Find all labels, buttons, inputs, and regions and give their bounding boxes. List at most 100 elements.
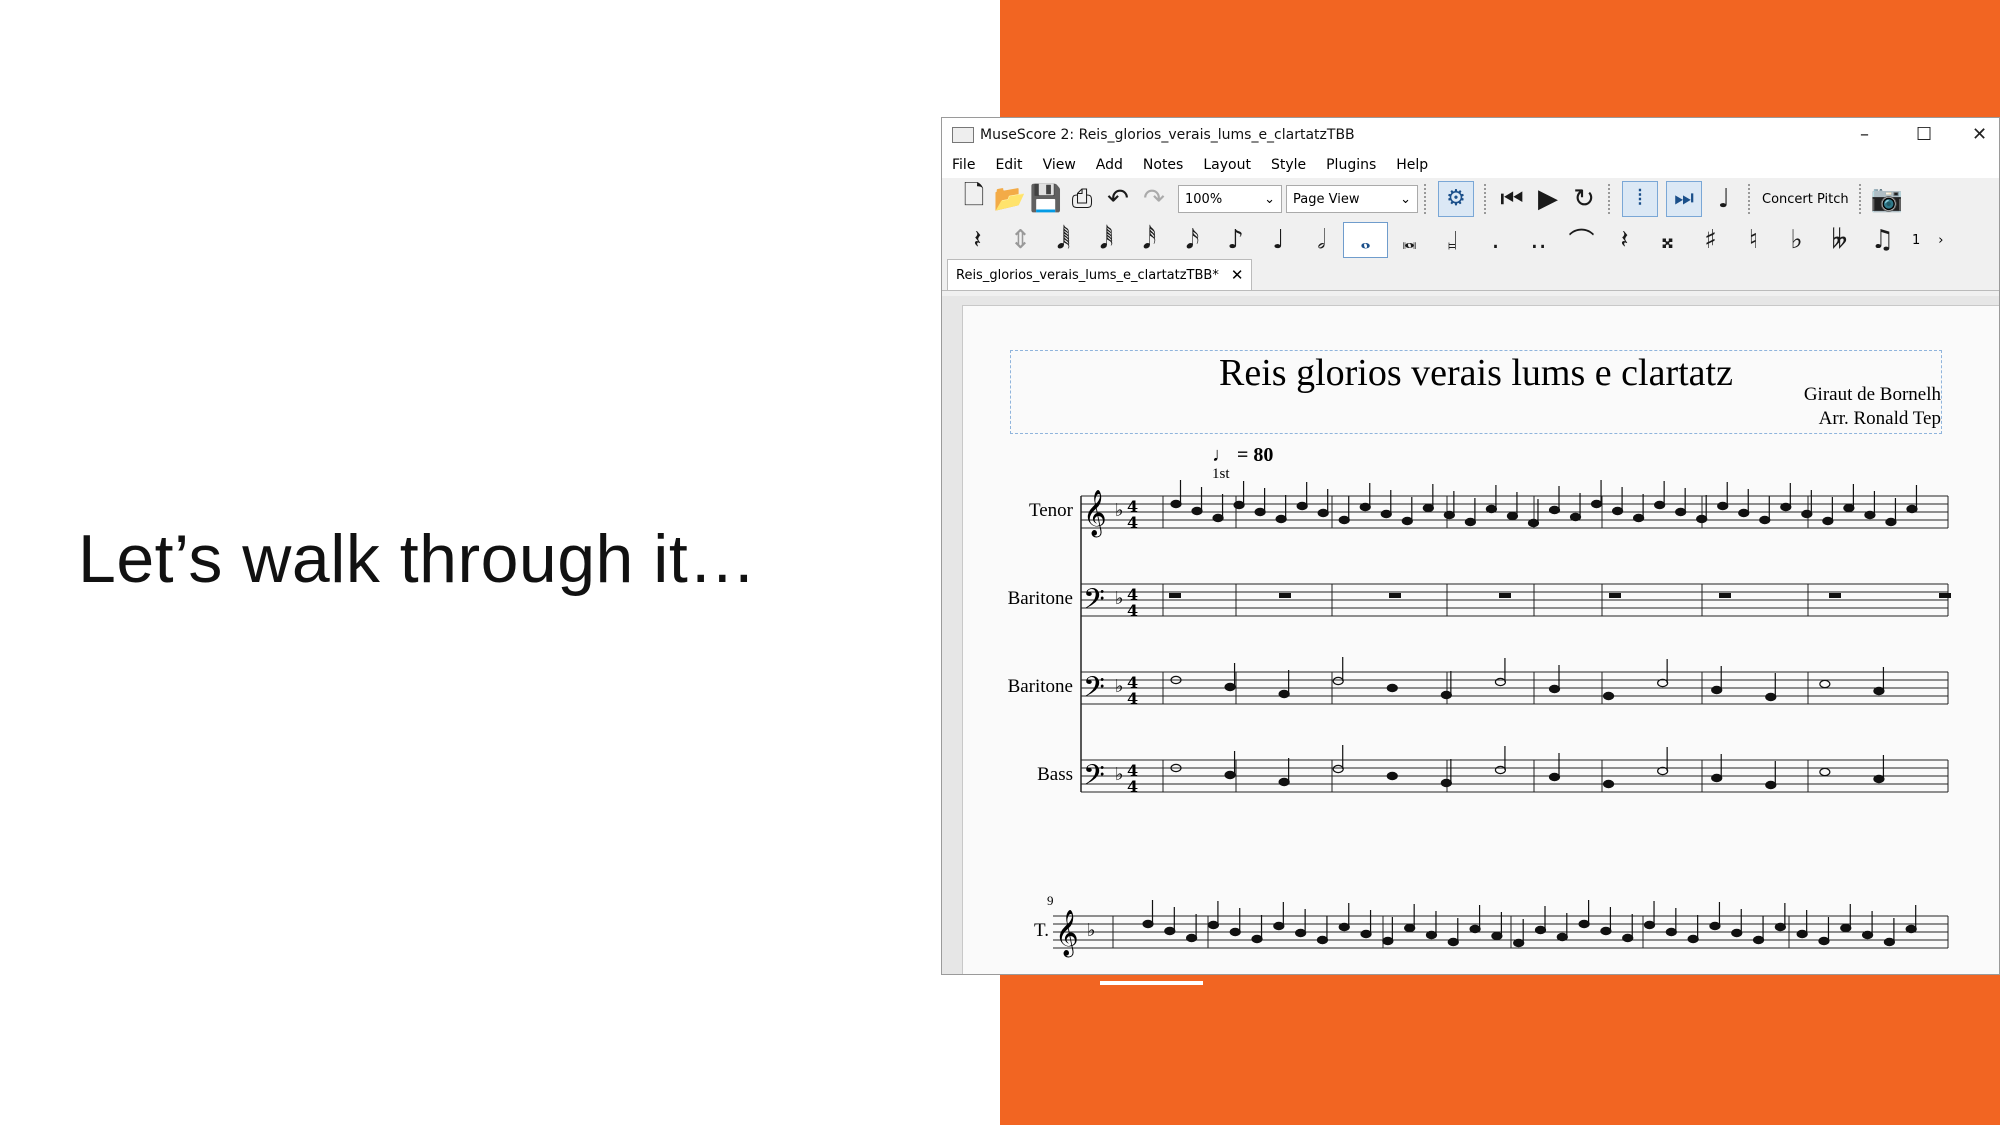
menu-view[interactable]: View bbox=[1043, 157, 1076, 173]
voice-1-button[interactable]: 1 bbox=[1912, 233, 1920, 248]
pan-icon[interactable]: ⏭ bbox=[1666, 181, 1702, 217]
redo-icon[interactable]: ↷ bbox=[1136, 184, 1172, 214]
notehead bbox=[1843, 503, 1855, 513]
view-mode-select[interactable]: Page View ⌄ bbox=[1286, 185, 1418, 213]
main-toolbar: 🗋 📂 💾 ⎙ ↶ ↷ 100% ⌄ Page View ⌄ ⚙ ⏮ ▶ ↻ ⦙ ⏭… bbox=[942, 178, 1999, 220]
menu-edit[interactable]: Edit bbox=[995, 157, 1022, 173]
double-flat-icon[interactable]: 𝄫 bbox=[1818, 225, 1861, 256]
menu-plugins[interactable]: Plugins bbox=[1326, 157, 1376, 173]
loop-icon[interactable]: ↻ bbox=[1566, 184, 1602, 214]
toolbar-separator bbox=[1424, 184, 1428, 214]
time-signature-bottom: 4 bbox=[1127, 777, 1138, 796]
notehead bbox=[1873, 686, 1885, 696]
notehead bbox=[1796, 929, 1808, 939]
close-button[interactable]: ✕ bbox=[1972, 124, 1987, 145]
save-icon[interactable]: 💾 bbox=[1028, 184, 1064, 214]
notehead bbox=[1590, 499, 1603, 509]
time-signature-bottom: 4 bbox=[1127, 689, 1138, 708]
minimize-button[interactable]: – bbox=[1860, 124, 1869, 145]
maximize-button[interactable]: ☐ bbox=[1916, 124, 1932, 145]
notehead bbox=[1709, 921, 1721, 931]
notehead bbox=[1578, 919, 1590, 929]
whole-rest bbox=[1169, 593, 1181, 598]
notehead bbox=[1212, 513, 1224, 523]
double-dot-icon[interactable]: .. bbox=[1517, 225, 1560, 255]
tab-score[interactable]: Reis_glorios_verais_lums_e_clartatzTBB* … bbox=[947, 259, 1253, 290]
notehead bbox=[1440, 778, 1452, 788]
menu-style[interactable]: Style bbox=[1271, 157, 1306, 173]
note-input-icon[interactable]: 𝄽 bbox=[956, 225, 999, 256]
64th-icon[interactable]: 𝅘𝅥𝅲 bbox=[1042, 225, 1085, 256]
flat-icon[interactable]: ♭ bbox=[1775, 225, 1818, 255]
undo-icon[interactable]: ↶ bbox=[1100, 184, 1136, 214]
notehead bbox=[1765, 692, 1777, 702]
8th-icon[interactable]: 𝅘𝅥𝅯 bbox=[1171, 225, 1214, 256]
camera-icon[interactable]: 📷 bbox=[1869, 184, 1905, 214]
notehead bbox=[1600, 926, 1612, 936]
tie-icon[interactable]: ⌒ bbox=[1560, 222, 1603, 259]
tab-bar: Reis_glorios_verais_lums_e_clartatzTBB* … bbox=[942, 259, 1999, 291]
notehead bbox=[1332, 676, 1344, 686]
32nd-icon[interactable]: 𝅘𝅥𝅱 bbox=[1085, 225, 1128, 256]
notehead bbox=[1548, 772, 1561, 782]
notehead bbox=[1316, 935, 1329, 945]
zoom-select[interactable]: 100% ⌄ bbox=[1178, 185, 1282, 213]
sharp-icon[interactable]: ♯ bbox=[1689, 225, 1732, 255]
score-canvas[interactable]: Reis glorios verais lums e clartatz Gira… bbox=[942, 296, 1999, 974]
notehead bbox=[1494, 765, 1507, 775]
notehead bbox=[1469, 924, 1481, 934]
menu-file[interactable]: File bbox=[952, 157, 975, 173]
app-icon bbox=[952, 127, 974, 143]
whole-rest bbox=[1279, 593, 1291, 598]
notehead bbox=[1494, 677, 1507, 687]
whole-icon[interactable]: 𝅝 bbox=[1343, 222, 1388, 258]
notehead bbox=[1224, 682, 1236, 692]
concert-pitch-button[interactable]: Concert Pitch bbox=[1762, 192, 1849, 207]
zoom-value: 100% bbox=[1185, 191, 1223, 207]
notehead bbox=[1774, 922, 1786, 932]
breve-icon[interactable]: 𝅜 bbox=[1388, 225, 1431, 256]
midi-input-icon[interactable]: ⚙ bbox=[1438, 181, 1474, 217]
toggle-icon[interactable]: ⇕ bbox=[999, 225, 1042, 255]
double-sharp-icon[interactable]: 𝄪 bbox=[1646, 225, 1689, 256]
notehead bbox=[1602, 691, 1615, 701]
eighth-note-icon[interactable]: ♪ bbox=[1214, 225, 1257, 255]
bass-clef-icon: 𝄢 bbox=[1083, 759, 1105, 799]
notehead bbox=[1338, 922, 1350, 932]
longa-icon[interactable]: 𝆷 bbox=[1431, 225, 1474, 256]
close-icon[interactable]: ✕ bbox=[1231, 266, 1244, 284]
notehead bbox=[1840, 923, 1852, 933]
play-icon[interactable]: ▶ bbox=[1530, 184, 1566, 214]
notehead bbox=[1229, 927, 1241, 937]
16th-icon[interactable]: 𝅘𝅥𝅰 bbox=[1128, 225, 1171, 256]
flip-icon[interactable]: ♫ bbox=[1861, 225, 1904, 255]
notehead bbox=[1711, 773, 1723, 783]
notehead bbox=[1425, 930, 1438, 940]
slide-heading: Let’s walk through it… bbox=[78, 521, 757, 597]
open-icon[interactable]: 📂 bbox=[992, 184, 1028, 214]
quarter-icon[interactable]: ♩ bbox=[1257, 225, 1300, 255]
print-icon[interactable]: ⎙ bbox=[1064, 184, 1100, 215]
repeat-icon[interactable]: ⦙ bbox=[1622, 181, 1658, 217]
notehead bbox=[1382, 936, 1394, 946]
menu-layout[interactable]: Layout bbox=[1203, 157, 1251, 173]
natural-icon[interactable]: ♮ bbox=[1732, 225, 1775, 255]
notehead bbox=[1251, 934, 1263, 944]
menu-notes[interactable]: Notes bbox=[1143, 157, 1183, 173]
notehead bbox=[1738, 508, 1750, 518]
rewind-icon[interactable]: ⏮ bbox=[1494, 184, 1530, 215]
rest-icon[interactable]: 𝄽 bbox=[1603, 225, 1646, 256]
notehead bbox=[1752, 935, 1765, 945]
menu-add[interactable]: Add bbox=[1096, 157, 1123, 173]
treble-clef-icon: 𝄞 bbox=[1083, 490, 1107, 538]
metronome-icon[interactable]: ♩ bbox=[1706, 184, 1742, 214]
notehead bbox=[1380, 509, 1392, 519]
notehead bbox=[1885, 517, 1897, 527]
chevron-right-icon[interactable]: › bbox=[1938, 233, 1943, 248]
chevron-down-icon: ⌄ bbox=[1400, 191, 1411, 207]
half-icon[interactable]: 𝅗𝅥 bbox=[1300, 225, 1343, 256]
whole-rest bbox=[1499, 593, 1511, 598]
dot-icon[interactable]: . bbox=[1474, 225, 1517, 255]
new-file-icon[interactable]: 🗋 bbox=[956, 177, 992, 221]
menu-help[interactable]: Help bbox=[1396, 157, 1428, 173]
